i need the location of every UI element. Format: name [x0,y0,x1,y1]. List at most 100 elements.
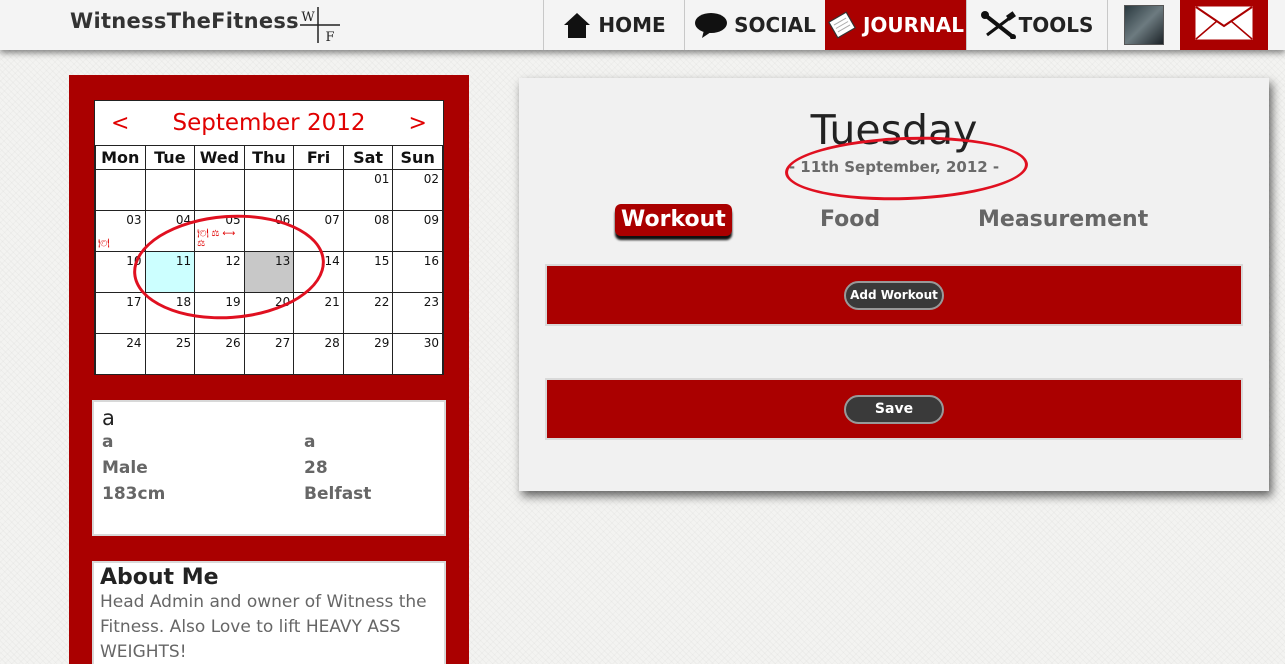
calendar-day-cell[interactable]: 02 [392,169,443,211]
calendar-day-cell[interactable]: 13 [243,251,295,293]
calendar-day-number: 24 [126,336,142,350]
top-bar: WitnessTheFitness W F HOME SOCIAL JOURNA… [0,0,1285,50]
workout-bar: Add Workout [545,264,1243,326]
left-sidebar: < September 2012 > Mon Tue Wed Thu Fri S… [69,75,469,664]
calendar-day-cell[interactable]: 14 [293,251,344,293]
calendar-day-cell[interactable]: 21 [293,292,344,334]
calendar-day-cell[interactable]: 12 [194,251,245,293]
profile-value: a [102,432,114,452]
calendar-day-cell[interactable]: 07 [293,210,344,252]
calendar-day-number: 26 [225,336,241,350]
profile-age: 28 [304,458,328,478]
calendar-body: 01 02 03 🍽 04 05 🍽 ⚖ ⟷ ⚖ 06 07 08 09 10 11 12 13 14 15 16… [95,169,443,375]
profile-name: a [102,406,115,430]
journal-tabs: Workout Food Measurement [519,204,1269,244]
calendar-day-number: 22 [374,295,390,309]
calendar-day-cell[interactable]: 04 [144,210,196,252]
site-logo[interactable]: WitnessTheFitness [70,9,299,33]
tab-food[interactable]: Food [820,207,880,232]
nav-social[interactable]: SOCIAL [684,0,825,50]
nav-avatar[interactable] [1107,0,1180,50]
nav-mail[interactable] [1180,0,1268,50]
calendar-week-row: 03 🍽 04 05 🍽 ⚖ ⟷ ⚖ 06 07 08 09 [95,210,443,252]
calendar-empty-cell [95,169,146,211]
profile-height: 183cm [102,484,166,504]
calendar-day-cell[interactable]: 26 [194,333,245,375]
calendar-empty-cell [194,169,245,211]
profile-details: a a Male 28 183cm Belfast [102,432,436,504]
tab-workout[interactable]: Workout [615,204,732,236]
calendar-day-cell[interactable]: 24 [95,333,146,375]
calendar-day-cell[interactable]: 08 [342,210,394,252]
calendar-day-cell[interactable]: 03 🍽 [95,210,146,252]
nav-journal[interactable]: JOURNAL [825,0,966,50]
calendar-day-cell[interactable]: 28 [293,333,344,375]
calendar-day-cell[interactable]: 29 [342,333,394,375]
calendar-week-row: 01 02 [95,169,443,211]
calendar-day-cell[interactable]: 01 [342,169,394,211]
nav-home[interactable]: HOME [543,0,684,50]
mail-icon [1195,5,1253,45]
calendar-day-cell[interactable]: 30 [392,333,443,375]
calendar-day-number: 11 [175,254,192,268]
calendar-week-row: 24 25 26 27 28 29 30 [95,333,443,375]
calendar-day-cell[interactable]: 22 [342,292,394,334]
calendar-grid: Mon Tue Wed Thu Fri Sat Sun 01 02 03 🍽 04 05 🍽… [95,145,443,375]
calendar-day-cell[interactable]: 06 [243,210,295,252]
calendar-day-cell[interactable]: 25 [144,333,196,375]
logo-mark-icon[interactable]: W F [298,5,342,45]
calendar-day-number: 17 [126,295,142,309]
calendar-day-cell[interactable]: 09 [392,210,443,252]
nav-social-label: SOCIAL [734,13,816,37]
calendar-week-row: 17 18 19 20 21 22 23 [95,292,443,334]
calendar-day-cell[interactable]: 18 [144,292,196,334]
wrench-screwdriver-icon [980,11,1019,39]
tab-measurement[interactable]: Measurement [978,207,1148,232]
calendar-day-cell[interactable]: 11 [144,251,196,293]
calendar-week-row: 10 11 12 13 14 15 16 [95,251,443,293]
calendar-day-cell[interactable]: 10 [95,251,146,293]
profile-value: a [304,432,316,452]
main-nav: HOME SOCIAL JOURNAL TOOLS [543,0,1268,50]
calendar-header: < September 2012 > [95,101,443,145]
weekday-header: Sun [392,145,443,170]
save-button[interactable]: Save [844,394,944,424]
calendar-day-cell[interactable]: 15 [342,251,394,293]
calendar-prev-button[interactable]: < [111,111,129,136]
calendar-day-number: 23 [423,295,439,309]
calendar-day-cell[interactable]: 23 [392,292,443,334]
weekday-header: Sat [342,145,394,170]
avatar[interactable] [1124,5,1164,45]
profile-location: Belfast [304,484,372,504]
weekday-header: Mon [95,145,146,170]
calendar-day-cell[interactable]: 17 [95,292,146,334]
nav-tools[interactable]: TOOLS [966,0,1107,50]
about-me-card: About Me Head Admin and owner of Witness… [92,561,446,664]
calendar-day-number: 18 [175,295,192,309]
calendar-day-number: 09 [423,213,439,227]
calendar-day-number: 16 [423,254,439,268]
calendar-day-number: 05 [225,213,241,227]
calendar-day-cell[interactable]: 27 [243,333,295,375]
calendar-day-number: 15 [374,254,390,268]
calendar-day-number: 20 [274,295,291,309]
svg-text:F: F [325,30,334,45]
calendar-day-cell[interactable]: 19 [194,292,245,334]
calendar-day-number: 30 [423,336,439,350]
about-me-text: Head Admin and owner of Witness the Fitn… [100,592,427,662]
calendar-weekday-row: Mon Tue Wed Thu Fri Sat Sun [95,145,443,170]
entry-marks-icon: 🍽 [98,239,110,249]
calendar-day-cell[interactable]: 05 🍽 ⚖ ⟷ ⚖ [194,210,245,252]
profile-gender: Male [102,458,148,478]
journal-panel: Tuesday - 11th September, 2012 - Workout… [519,78,1269,491]
calendar-day-cell[interactable]: 16 [392,251,443,293]
calendar-day-number: 01 [374,172,390,186]
date-subheading: - 11th September, 2012 - [788,158,1000,176]
calendar-day-number: 19 [225,295,241,309]
calendar-day-number: 10 [126,254,142,268]
save-bar: Save [545,378,1243,440]
calendar-day-number: 29 [374,336,390,350]
calendar-next-button[interactable]: > [409,111,427,136]
add-workout-button[interactable]: Add Workout [844,280,944,310]
calendar-day-cell[interactable]: 20 [243,292,295,334]
